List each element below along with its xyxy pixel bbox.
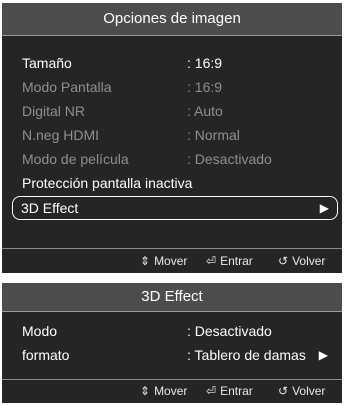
return-icon: ↺	[278, 254, 289, 268]
picture-options-menu: Opciones de imagen Tamaño : 16:9 Modo Pa…	[2, 3, 342, 273]
footer-move: ⇕ Mover	[140, 250, 187, 272]
enter-icon: ⏎	[206, 384, 217, 398]
footer-back: ↺ Volver	[278, 380, 325, 402]
item-label: Protección pantalla inactiva	[22, 175, 193, 191]
item-label: Digital NR	[22, 103, 86, 119]
footer-move: ⇕ Mover	[140, 380, 187, 402]
item-label: Modo de película	[22, 151, 129, 167]
menu-footer: ⇕ Mover ⏎ Entrar ↺ Volver	[2, 250, 342, 272]
right-triangle-arrow-icon: ▶	[319, 201, 329, 215]
enter-icon: ⏎	[206, 254, 217, 268]
up-down-arrow-icon: ⇕	[140, 384, 151, 398]
item-label: Modo	[22, 323, 58, 339]
item-value: : Tablero de damas	[187, 347, 306, 363]
item-value: : Desactivado	[187, 151, 272, 167]
item-label: Tamaño	[22, 55, 72, 71]
footer-move-label: Mover	[154, 384, 188, 398]
menu-item-3d-effect[interactable]: 3D Effect ▶	[12, 196, 338, 220]
right-triangle-arrow-icon: ▶	[318, 348, 328, 362]
item-label: 3D Effect	[21, 200, 79, 216]
item-label: N.neg HDMI	[22, 127, 100, 143]
menu-title: Opciones de imagen	[2, 3, 342, 36]
menu-item-hdmi-black-level: N.neg HDMI : Normal	[22, 123, 332, 147]
item-label: Modo Pantalla	[22, 79, 112, 95]
menu-item-size[interactable]: Tamaño : 16:9	[22, 51, 332, 75]
footer-enter: ⏎ Entrar	[206, 380, 253, 402]
item-value: : 16:9	[187, 79, 223, 95]
footer-enter-label: Entrar	[220, 384, 253, 398]
footer-enter: ⏎ Entrar	[206, 250, 253, 272]
footer-move-label: Mover	[154, 254, 188, 268]
item-value: : Auto	[187, 103, 223, 119]
menu-item-screen-mode: Modo Pantalla : 16:9	[22, 75, 332, 99]
item-value: : 16:9	[187, 55, 223, 71]
menu-item-format[interactable]: formato : Tablero de damas ▶	[22, 343, 332, 367]
menu-item-digital-nr: Digital NR : Auto	[22, 99, 332, 123]
footer-back: ↺ Volver	[278, 250, 325, 272]
item-value: : Desactivado	[187, 323, 272, 339]
3d-effect-menu: 3D Effect Modo : Desactivado formato : T…	[2, 283, 342, 403]
menu-item-screen-burn-protection[interactable]: Protección pantalla inactiva	[22, 171, 332, 195]
footer-enter-label: Entrar	[220, 254, 253, 268]
menu-item-mode[interactable]: Modo : Desactivado	[22, 319, 332, 343]
footer-divider	[2, 248, 342, 249]
menu-item-film-mode: Modo de película : Desactivado	[22, 147, 332, 171]
return-icon: ↺	[278, 384, 289, 398]
menu-title: 3D Effect	[2, 283, 342, 312]
item-label: formato	[22, 347, 70, 363]
menu-footer: ⇕ Mover ⏎ Entrar ↺ Volver	[2, 380, 342, 402]
item-value: : Normal	[187, 127, 240, 143]
footer-back-label: Volver	[292, 254, 326, 268]
footer-back-label: Volver	[292, 384, 326, 398]
up-down-arrow-icon: ⇕	[140, 254, 151, 268]
